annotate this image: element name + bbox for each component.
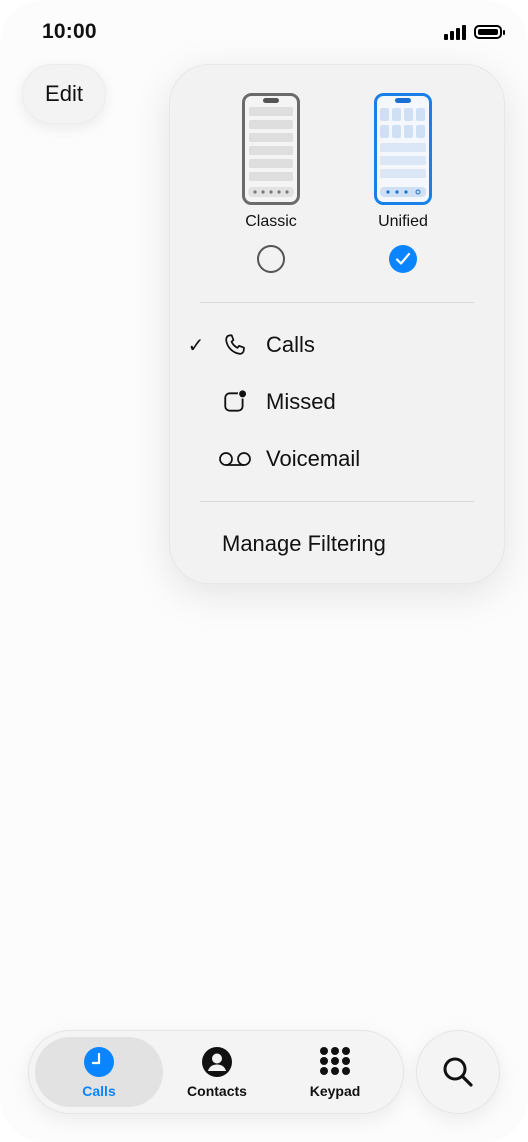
classic-radio-button[interactable] xyxy=(257,245,285,273)
edit-button[interactable]: Edit xyxy=(22,64,106,124)
missed-badge-icon xyxy=(218,387,252,417)
menu-divider xyxy=(200,501,474,502)
cellular-signal-icon xyxy=(444,24,466,40)
tab-label-calls: Calls xyxy=(82,1082,116,1099)
layout-filter-menu: Classic Unified ✓ Calls Missed Voicemail… xyxy=(169,64,505,584)
clock-icon xyxy=(84,1046,114,1077)
filter-label-missed: Missed xyxy=(266,389,336,414)
classic-layout-preview-icon xyxy=(242,93,300,205)
filter-item-calls[interactable]: ✓ Calls xyxy=(170,323,504,367)
filter-item-missed[interactable]: Missed xyxy=(170,380,504,424)
status-time: 10:00 xyxy=(42,20,97,43)
person-circle-icon xyxy=(202,1046,232,1077)
unified-radio-button[interactable] xyxy=(389,245,417,273)
filter-label-voicemail: Voicemail xyxy=(266,446,361,471)
filter-item-voicemail[interactable]: Voicemail xyxy=(170,437,504,481)
tab-label-contacts: Contacts xyxy=(187,1082,247,1099)
manage-filtering-button[interactable]: Manage Filtering xyxy=(222,531,386,557)
search-icon xyxy=(443,1057,473,1087)
keypad-icon xyxy=(320,1046,350,1075)
tab-contacts[interactable]: Contacts xyxy=(157,1037,277,1107)
layout-option-label: Classic xyxy=(245,213,297,230)
status-icons xyxy=(444,24,505,40)
tab-calls[interactable]: Calls xyxy=(35,1037,163,1107)
tab-label-keypad: Keypad xyxy=(309,1082,361,1099)
tab-keypad[interactable]: Keypad xyxy=(275,1037,395,1107)
checkmark-icon xyxy=(395,252,411,265)
layout-option-label: Unified xyxy=(378,213,428,230)
filter-label-calls: Calls xyxy=(266,332,315,357)
tab-bar: Calls Contacts Keypad xyxy=(28,1030,404,1114)
battery-icon xyxy=(474,25,505,39)
checkmark-icon: ✓ xyxy=(187,334,205,357)
phone-icon xyxy=(218,330,252,360)
menu-divider xyxy=(200,302,474,303)
unified-layout-preview-icon xyxy=(374,93,432,205)
layout-option-unified[interactable]: Unified xyxy=(348,93,458,273)
phone-screen: 10:00 Edit Classic Unified ✓ Calls Misse… xyxy=(0,0,528,1142)
voicemail-icon xyxy=(218,444,252,474)
layout-option-classic[interactable]: Classic xyxy=(216,93,326,273)
search-button[interactable] xyxy=(416,1030,500,1114)
